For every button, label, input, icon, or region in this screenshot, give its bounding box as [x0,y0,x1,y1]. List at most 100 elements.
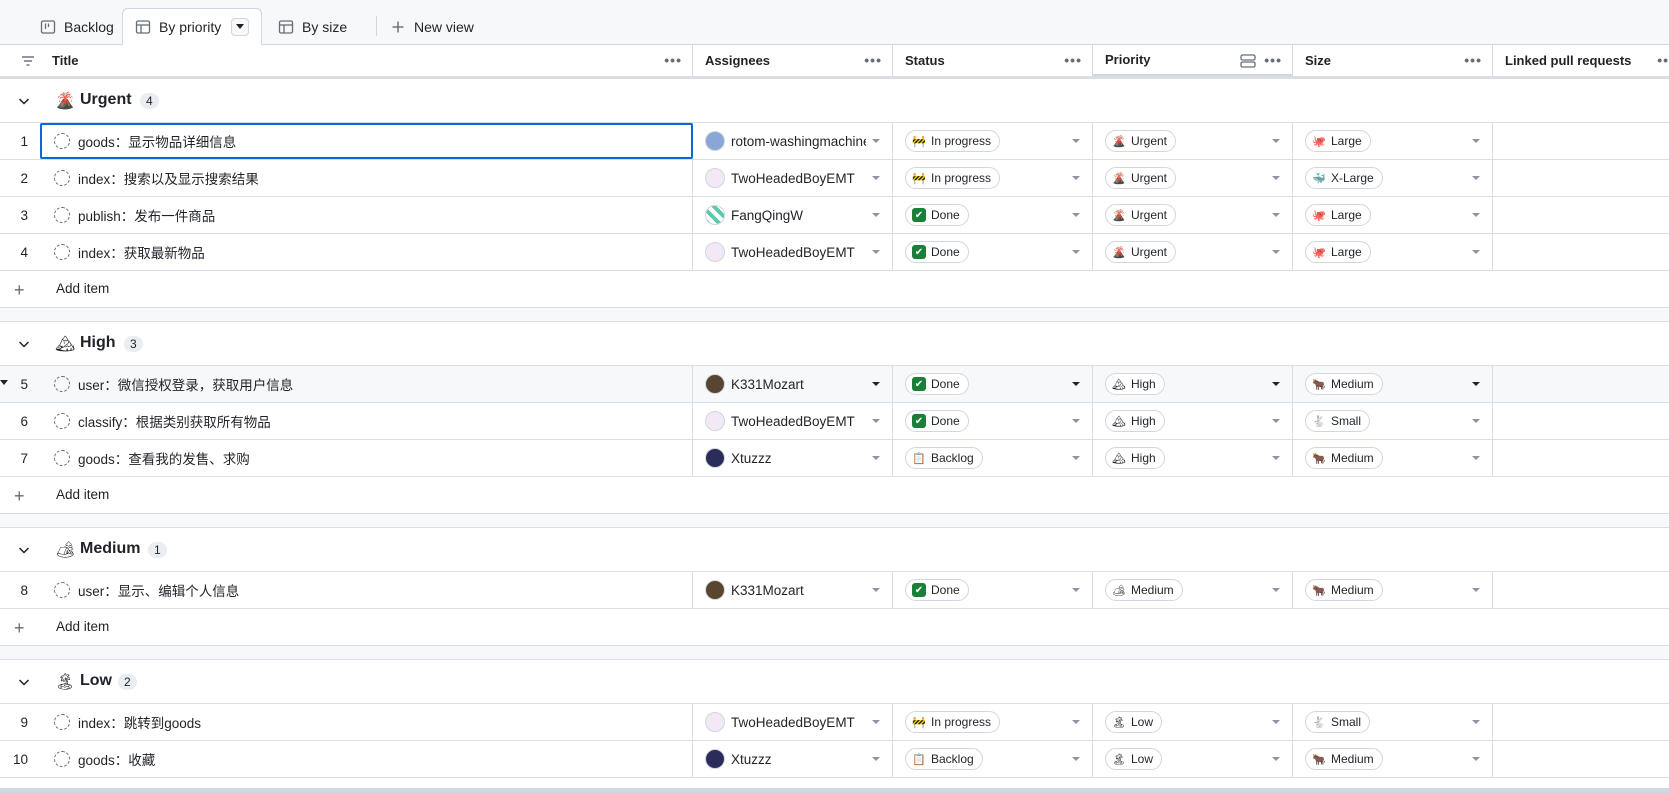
chevron-down-icon[interactable] [872,720,880,724]
table-row[interactable]: 8 user：显示、编辑个人信息 K331Mozart ✔ Done 🏕 Mediu… [0,572,1669,609]
chevron-down-icon[interactable] [1272,382,1280,386]
assignee-cell[interactable]: K331Mozart [693,572,893,608]
add-item-button[interactable]: + Add item [0,609,1669,646]
tab-backlog[interactable]: Backlog [28,8,126,45]
item-title[interactable]: goods：收藏 [78,749,155,769]
size-cell[interactable]: 🐙 Large [1293,123,1493,159]
table-row[interactable]: 10 goods：收藏 Xtuzzz 📋 Backlog 🏝 Low 🐂 Medium [0,741,1669,778]
priority-cell[interactable]: 🌋 Urgent [1093,123,1293,159]
chevron-down-icon[interactable] [1072,176,1080,180]
size-cell[interactable]: 🐂 Medium [1293,440,1493,476]
item-title[interactable]: user：微信授权登录，获取用户信息 [78,374,293,394]
table-row[interactable]: 7 goods：查看我的发售、求购 Xtuzzz 📋 Backlog 🏔 High … [0,440,1669,477]
table-row[interactable]: 4 index：获取最新物品 TwoHeadedBoyEMT ✔ Done 🌋 Ur… [0,234,1669,271]
chevron-down-icon[interactable] [1472,139,1480,143]
chevron-down-icon[interactable] [1072,382,1080,386]
column-header-size[interactable]: Size ••• [1293,45,1493,76]
priority-cell[interactable]: 🏝 Low [1093,704,1293,740]
status-cell[interactable]: ✔ Done [893,234,1093,270]
chevron-down-icon[interactable] [1472,419,1480,423]
linked-pr-cell[interactable] [1493,123,1669,159]
item-title[interactable]: index：获取最新物品 [78,242,205,262]
chevron-down-icon[interactable] [1472,757,1480,761]
tab-by-priority[interactable]: By priority [122,8,263,46]
chevron-down-icon[interactable] [1272,250,1280,254]
item-title[interactable]: publish：发布一件商品 [78,205,215,225]
group-by-icon[interactable] [1240,54,1256,71]
status-cell[interactable]: ✔ Done [893,197,1093,233]
chevron-down-icon[interactable] [1472,176,1480,180]
column-header-priority[interactable]: Priority ••• [1093,45,1293,76]
linked-pr-cell[interactable] [1493,234,1669,270]
table-row[interactable]: 6 classify：根据类别获取所有物品 TwoHeadedBoyEMT ✔ D… [0,403,1669,440]
chevron-down-icon[interactable] [1272,419,1280,423]
column-menu-icon[interactable]: ••• [1064,52,1082,68]
linked-pr-cell[interactable] [1493,403,1669,439]
chevron-down-icon[interactable] [1472,456,1480,460]
linked-pr-cell[interactable] [1493,704,1669,740]
priority-cell[interactable]: 🏝 Low [1093,741,1293,777]
size-cell[interactable]: 🐇 Small [1293,704,1493,740]
item-title[interactable]: classify：根据类别获取所有物品 [78,411,271,431]
table-row[interactable]: 2 index：搜索以及显示搜索结果 TwoHeadedBoyEMT 🚧 In p… [0,160,1669,197]
priority-cell[interactable]: 🌋 Urgent [1093,234,1293,270]
title-cell[interactable]: user：显示、编辑个人信息 [40,572,693,608]
title-cell[interactable]: classify：根据类别获取所有物品 [40,403,693,439]
filter-button[interactable] [0,45,40,76]
title-cell[interactable]: goods：查看我的发售、求购 [40,440,693,476]
priority-cell[interactable]: 🏔 High [1093,440,1293,476]
column-menu-icon[interactable]: ••• [1657,52,1669,68]
chevron-down-icon[interactable] [1272,588,1280,592]
assignee-cell[interactable]: Xtuzzz [693,440,893,476]
title-cell[interactable]: goods：显示物品详细信息 [40,123,693,159]
view-options-button[interactable] [231,18,250,36]
group-header-urgent[interactable]: 🌋 Urgent 4 [0,79,1669,123]
tab-by-size[interactable]: By size [266,8,359,45]
linked-pr-cell[interactable] [1493,440,1669,476]
horizontal-scrollbar[interactable] [0,788,1669,793]
chevron-down-icon[interactable] [1272,176,1280,180]
priority-cell[interactable]: 🏕 Medium [1093,572,1293,608]
status-cell[interactable]: 📋 Backlog [893,440,1093,476]
add-item-button[interactable]: + Add item [0,477,1669,514]
assignee-cell[interactable]: TwoHeadedBoyEMT [693,160,893,196]
chevron-down-icon[interactable] [1272,456,1280,460]
column-menu-icon[interactable]: ••• [864,52,882,68]
chevron-down-icon[interactable] [1072,250,1080,254]
chevron-down-icon[interactable] [1072,588,1080,592]
chevron-down-icon[interactable] [1272,720,1280,724]
chevron-down-icon[interactable] [1072,139,1080,143]
status-cell[interactable]: ✔ Done [893,572,1093,608]
assignee-cell[interactable]: K331Mozart [693,366,893,402]
status-cell[interactable]: ✔ Done [893,366,1093,402]
linked-pr-cell[interactable] [1493,160,1669,196]
chevron-down-icon[interactable] [1072,757,1080,761]
chevron-down-icon[interactable] [872,757,880,761]
group-header-low[interactable]: 🏝 Low 2 [0,660,1669,704]
priority-cell[interactable]: 🌋 Urgent [1093,160,1293,196]
table-row[interactable]: 9 index：跳转到goods TwoHeadedBoyEMT 🚧 In pro… [0,704,1669,741]
add-item-button[interactable]: + Add item [0,271,1669,308]
priority-cell[interactable]: 🌋 Urgent [1093,197,1293,233]
chevron-down-icon[interactable] [1072,720,1080,724]
size-cell[interactable]: 🐂 Medium [1293,366,1493,402]
item-title[interactable]: index：跳转到goods [78,712,201,732]
chevron-down-icon[interactable] [1272,213,1280,217]
column-header-assignees[interactable]: Assignees ••• [693,45,893,76]
column-menu-icon[interactable]: ••• [1464,52,1482,68]
chevron-down-icon[interactable] [1272,139,1280,143]
title-cell[interactable]: index：获取最新物品 [40,234,693,270]
assignee-cell[interactable]: TwoHeadedBoyEMT [693,704,893,740]
chevron-down-icon[interactable] [16,542,32,558]
column-menu-icon[interactable]: ••• [1264,52,1282,68]
item-title[interactable]: user：显示、编辑个人信息 [78,580,239,600]
status-cell[interactable]: 🚧 In progress [893,704,1093,740]
group-header-medium[interactable]: 🏕 Medium 1 [0,528,1669,572]
chevron-down-icon[interactable] [16,336,32,352]
chevron-down-icon[interactable] [1472,250,1480,254]
title-cell[interactable]: goods：收藏 [40,741,693,777]
chevron-down-icon[interactable] [1072,419,1080,423]
table-row[interactable]: 3 publish：发布一件商品 FangQingW ✔ Done 🌋 Urgent… [0,197,1669,234]
column-header-status[interactable]: Status ••• [893,45,1093,76]
chevron-down-icon[interactable] [872,588,880,592]
